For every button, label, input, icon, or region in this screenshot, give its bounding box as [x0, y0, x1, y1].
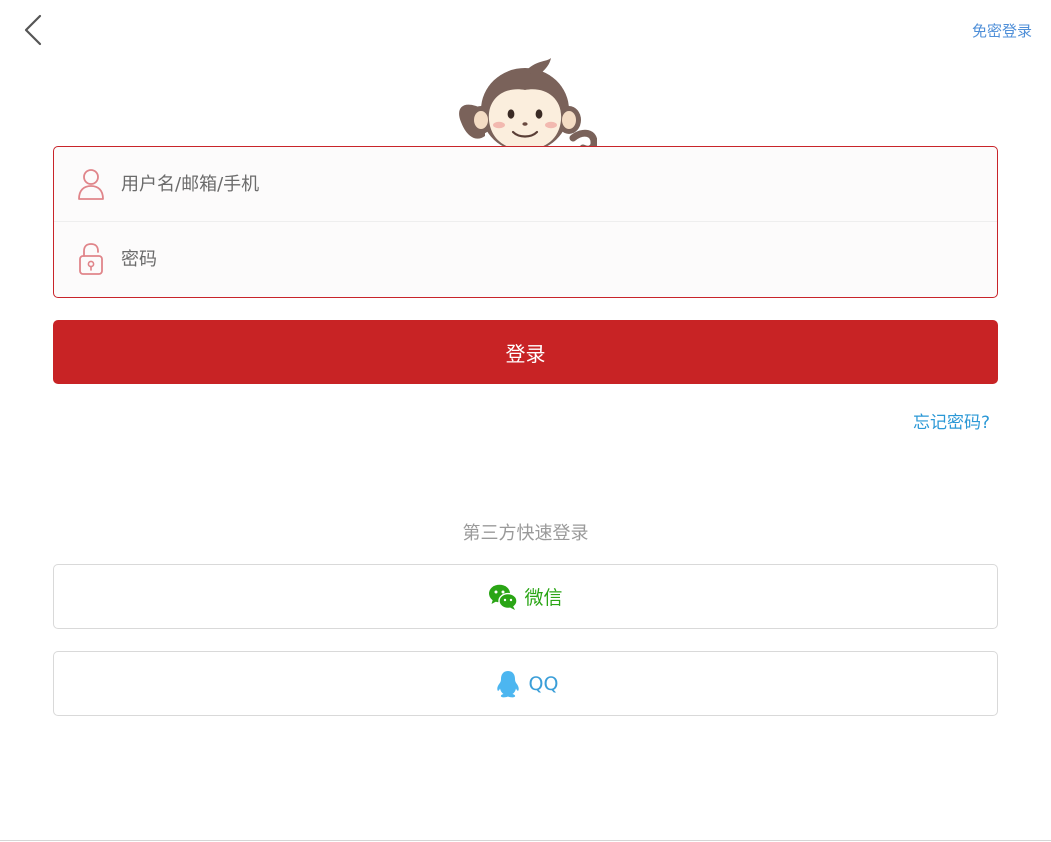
username-input[interactable] [119, 163, 997, 205]
back-button[interactable] [18, 12, 50, 48]
wechat-icon [489, 584, 519, 610]
username-row [54, 147, 997, 222]
login-form [53, 146, 998, 298]
third-party-login-title: 第三方快速登录 [462, 523, 589, 544]
wechat-login-button[interactable]: 微信 [53, 564, 998, 629]
bottom-divider [0, 840, 1051, 841]
forgot-password-link[interactable]: 忘记密码? [913, 408, 990, 433]
passwordless-login-link[interactable]: 免密登录 [972, 20, 1032, 41]
wechat-label: 微信 [524, 587, 563, 609]
password-row [54, 222, 997, 296]
qq-penguin-icon [496, 670, 519, 697]
monkey-mascot-icon [455, 58, 597, 150]
password-input[interactable] [119, 238, 997, 280]
chevron-left-icon [24, 14, 42, 46]
user-icon [78, 169, 104, 200]
qq-login-button[interactable]: QQ [53, 651, 998, 716]
qq-label: QQ [528, 672, 559, 695]
login-button[interactable]: 登录 [53, 320, 998, 384]
login-page: 免密登录 用户名/邮箱/手机 登录 忘记密码? 第三方快速登录 微信 QQ [0, 0, 1051, 842]
unlock-icon [79, 243, 103, 275]
